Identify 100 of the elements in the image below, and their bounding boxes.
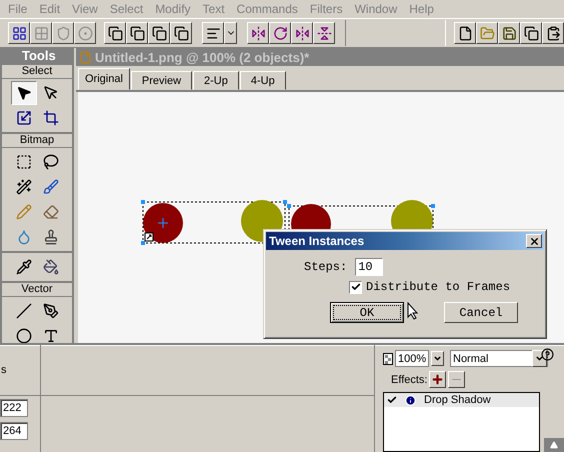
marquee-icon	[16, 154, 32, 170]
number-field[interactable]: 222	[0, 399, 28, 417]
document-title: Untitled-1.png @ 100% (2 objects)*	[76, 48, 564, 66]
toolbar-button[interactable]	[148, 22, 170, 44]
checkmark-icon[interactable]	[387, 395, 397, 405]
dialog-title: Tween Instances	[266, 232, 544, 250]
section-label: Select	[2, 65, 72, 79]
view-tab[interactable]: Original	[78, 68, 130, 90]
brush-icon	[42, 179, 58, 195]
text-icon	[42, 328, 58, 344]
flip-icon	[294, 26, 310, 40]
dialog-button[interactable]: OK	[330, 302, 404, 323]
section-label: Bitmap	[2, 134, 72, 148]
caret-icon	[433, 354, 442, 363]
toolbar-button[interactable]	[476, 22, 498, 44]
lasso-icon	[42, 154, 58, 170]
opacity-icon	[383, 352, 393, 364]
crop-icon	[42, 110, 58, 126]
field-label: s	[1, 364, 6, 376]
toolbar-button[interactable]	[269, 22, 291, 44]
dropdown-button[interactable]	[224, 22, 237, 44]
blend-mode-select[interactable]: Normal	[450, 350, 548, 367]
flip-icon	[316, 26, 332, 40]
checkbox[interactable]	[349, 280, 362, 294]
stamp-icon	[42, 229, 58, 245]
folder-icon	[480, 26, 494, 40]
droplet-icon	[16, 229, 32, 245]
steps-field[interactable]: 10	[355, 258, 384, 276]
stack-icon	[152, 26, 166, 40]
check-icon	[350, 282, 360, 292]
triangle-icon	[550, 441, 558, 449]
expand-button[interactable]	[544, 438, 564, 452]
center-mark-icon	[158, 218, 168, 228]
subselect-icon	[42, 85, 58, 101]
rotate-icon	[272, 26, 288, 40]
dropdown-button[interactable]	[431, 351, 444, 366]
save-icon	[502, 26, 516, 40]
stack-icon	[108, 26, 122, 40]
close-icon	[528, 236, 540, 246]
scale-icon	[16, 110, 32, 126]
toolbar-button[interactable]	[30, 22, 52, 44]
toolbar-button[interactable]	[291, 22, 313, 44]
cursor-icon	[407, 302, 419, 320]
toolbar-button[interactable]	[104, 22, 126, 44]
pen-icon	[42, 303, 58, 319]
toolbar-button[interactable]	[170, 22, 192, 44]
opacity-field[interactable]: 100%	[395, 350, 429, 367]
view-tab[interactable]: 2-Up	[193, 71, 239, 90]
shortcut-icon	[144, 232, 154, 242]
plus-icon	[431, 373, 444, 386]
paste-icon	[546, 26, 560, 40]
ellipse-icon	[16, 328, 32, 344]
circle	[143, 203, 183, 243]
panel-title: Tools	[21, 48, 57, 63]
number-field[interactable]: 264	[0, 422, 28, 440]
stack-icon	[130, 26, 144, 40]
eraser-icon	[42, 204, 58, 220]
toolbar-button[interactable]	[542, 22, 564, 44]
toolbar-button[interactable]	[126, 22, 148, 44]
copy-icon	[524, 26, 538, 40]
help-icon[interactable]	[541, 348, 554, 361]
toolbar-button[interactable]	[74, 22, 96, 44]
new-file-icon	[458, 26, 472, 40]
effects-label: Effects:	[391, 374, 428, 386]
caret-icon	[535, 354, 544, 363]
toolbar-button[interactable]	[498, 22, 520, 44]
toolbar-button[interactable]	[202, 22, 224, 44]
shield-icon	[56, 26, 70, 40]
info-icon	[405, 394, 416, 406]
wand-icon	[16, 179, 32, 195]
close-button[interactable]	[526, 234, 542, 248]
toolbar-button[interactable]	[8, 22, 30, 44]
line-icon	[16, 303, 32, 319]
dialog-button[interactable]: Cancel	[444, 302, 518, 323]
toolbar-button[interactable]	[520, 22, 542, 44]
pointer-icon	[16, 85, 32, 101]
pencil-icon	[16, 204, 32, 220]
flip-icon	[250, 26, 266, 40]
view-tab[interactable]: 4-Up	[240, 71, 286, 90]
steps-label: Steps:	[304, 260, 348, 274]
view-tab[interactable]: Preview	[130, 71, 192, 90]
toolbar-button[interactable]	[313, 22, 335, 44]
remove-effect-button[interactable]	[448, 371, 466, 388]
grid-icon	[34, 26, 48, 40]
tool-button[interactable]	[10, 81, 36, 105]
toolbar-button[interactable]	[454, 22, 476, 44]
stack-icon	[174, 26, 188, 40]
toolbar-button[interactable]	[247, 22, 269, 44]
align-icon	[206, 26, 220, 40]
circle-icon	[78, 26, 92, 40]
section-label: Vector	[2, 283, 72, 297]
bucket-icon	[42, 259, 58, 275]
checkbox-label: Distribute to Frames	[366, 280, 510, 294]
effect-row[interactable]: Drop Shadow	[384, 393, 539, 407]
toolbar-button[interactable]	[52, 22, 74, 44]
add-effect-button[interactable]	[429, 371, 446, 388]
file-icon	[79, 50, 92, 64]
eyedropper-icon	[16, 259, 32, 275]
effect-name: Drop Shadow	[424, 394, 491, 406]
grid-icon	[12, 26, 26, 40]
